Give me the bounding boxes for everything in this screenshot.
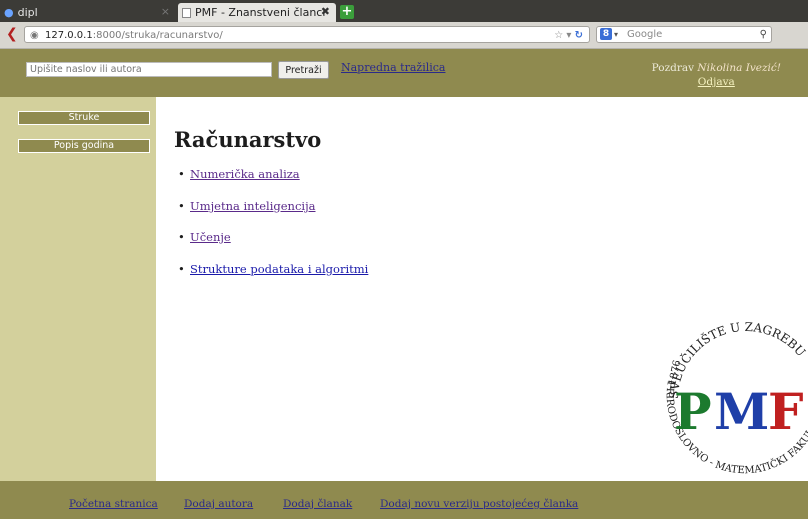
greeting-text: Pozdrav xyxy=(651,62,695,74)
site-footer: Početna stranica Dodaj autora Dodaj član… xyxy=(0,481,808,519)
footer-link-add-author[interactable]: Dodaj autora xyxy=(184,498,253,510)
topic-link[interactable]: Učenje xyxy=(190,230,231,244)
sidebar-item-popis-godina[interactable]: Popis godina xyxy=(18,139,150,153)
close-icon[interactable]: ✖ xyxy=(321,5,330,18)
topic-link[interactable]: Numerička analiza xyxy=(190,167,300,181)
seal-letter-f: F xyxy=(768,382,804,441)
search-icon[interactable]: ⚲ xyxy=(760,27,767,42)
google-icon: 8 xyxy=(600,28,612,40)
topic-list: • Numerička analiza • Umjetna inteligencij… xyxy=(178,167,368,293)
bullet-icon: • xyxy=(178,261,185,276)
advanced-search-link[interactable]: Napredna tražilica xyxy=(341,61,445,74)
footer-link-add-article[interactable]: Dodaj članak xyxy=(283,498,352,510)
chevron-down-icon[interactable]: ▾ xyxy=(614,27,618,42)
bullet-icon: • xyxy=(178,230,185,244)
list-item: • Strukture podataka i algoritmi xyxy=(178,262,368,294)
logout-link[interactable]: Odjava xyxy=(652,75,781,89)
globe-icon: ● xyxy=(4,6,14,19)
browser-search-placeholder: Google xyxy=(627,29,663,40)
seal-letter-m: M xyxy=(714,382,769,441)
url-bar[interactable]: ◉ 127.0.0.1:8000/struka/racunarstvo/ ☆ ▾… xyxy=(24,26,590,43)
close-icon[interactable]: × xyxy=(161,5,170,18)
topic-link[interactable]: Strukture podataka i algoritmi xyxy=(190,262,368,276)
url-path: :8000/struka/racunarstvo/ xyxy=(92,30,223,41)
tab-dipl[interactable]: ● dipl × xyxy=(0,3,176,22)
page-icon xyxy=(182,7,191,18)
list-item: • Numerička analiza xyxy=(178,167,368,199)
list-item: • Učenje xyxy=(178,230,368,262)
tab-pmf[interactable]: PMF - Znanstveni članci ✖ xyxy=(178,3,336,22)
bullet-icon: • xyxy=(178,167,185,181)
site-header: Pretraži Napredna tražilica Pozdrav Niko… xyxy=(0,49,808,97)
url-host: 127.0.0.1 xyxy=(45,30,93,41)
bullet-icon: • xyxy=(178,198,185,213)
user-greeting: Pozdrav Nikolina Ivezić! Odjava xyxy=(652,61,781,89)
tab-title: dipl xyxy=(17,6,38,19)
search-input[interactable] xyxy=(26,62,272,77)
globe-icon: ◉ xyxy=(30,30,39,41)
browser-tab-bar: ● dipl × PMF - Znanstveni članci ✖ + xyxy=(0,0,808,22)
sidebar: Struke Popis godina xyxy=(0,97,156,481)
footer-link-home[interactable]: Početna stranica xyxy=(69,498,158,510)
sidebar-item-struke[interactable]: Struke xyxy=(18,111,150,125)
list-item: • Umjetna inteligencija xyxy=(178,199,368,231)
tab-title: PMF - Znanstveni članci xyxy=(195,6,326,19)
browser-search-bar[interactable]: 8 ▾ Google ⚲ xyxy=(596,26,772,43)
topic-link[interactable]: Umjetna inteligencija xyxy=(190,199,316,213)
user-name: Nikolina Ivezić! xyxy=(697,62,781,74)
search-button[interactable]: Pretraži xyxy=(278,61,329,79)
main-content: Računarstvo • Numerička analiza • Umjetna … xyxy=(156,97,808,481)
bookmark-star-icon[interactable]: ☆ ▾ ↻ xyxy=(554,27,583,44)
new-tab-button[interactable]: + xyxy=(340,5,354,19)
browser-nav-bar: ❮ ◉ 127.0.0.1:8000/struka/racunarstvo/ ☆… xyxy=(0,22,808,65)
footer-link-add-version[interactable]: Dodaj novu verziju postojećeg članka xyxy=(380,498,578,510)
back-arrow-icon[interactable]: ❮ xyxy=(6,26,18,42)
seal-letter-p: P xyxy=(674,382,712,441)
page-title: Računarstvo xyxy=(174,127,322,152)
pmf-seal-logo: SVEUČILIŠTE U ZAGREBU PRIRODOSLOVNO - MA… xyxy=(664,311,808,476)
